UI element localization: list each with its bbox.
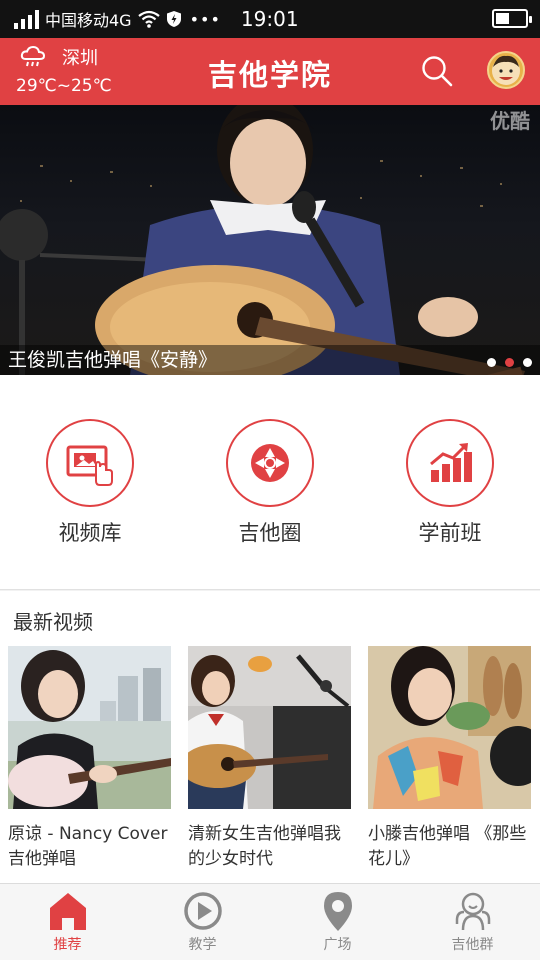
quick-nav-beginner-class[interactable]: 学前班 [385,419,515,547]
play-circle-icon [183,892,222,930]
video-card[interactable]: 原谅 - Nancy Cover吉他弹唱 [8,646,171,872]
group-icon [455,892,490,931]
avatar[interactable] [487,51,525,89]
more-dots: ••• [189,9,221,29]
app-header: 深圳 29℃~25℃ 吉他学院 [0,38,540,105]
video-thumbnail [368,646,531,809]
video-thumbnail [8,646,171,809]
video-thumbnail [188,646,351,809]
banner-watermark: 优酷 [490,109,530,133]
status-bar: 中国移动4G ••• 19:01 [0,0,540,38]
tab-label: 推荐 [53,937,82,953]
banner-dot[interactable] [523,358,532,367]
signal-icon [14,9,39,29]
location-pin-icon [323,892,352,931]
featured-banner[interactable]: 优酷 王俊凯吉他弹唱《安静》 [0,105,540,375]
shield-icon [166,11,181,27]
tab-label: 教学 [188,937,217,953]
quick-nav-label: 视频库 [58,521,122,545]
tab-recommend[interactable]: 推荐 [0,884,135,960]
banner-dot[interactable] [487,358,496,367]
tab-plaza[interactable]: 广场 [270,884,405,960]
avatar-cartoon-icon [492,55,520,85]
video-card[interactable]: 清新女生吉他弹唱我的少女时代 [188,646,351,872]
video-title: 原谅 - Nancy Cover吉他弹唱 [8,824,168,869]
video-title: 小滕吉他弹唱 《那些花儿》 [368,824,527,869]
carrier-label: 中国移动4G [45,11,132,30]
tab-guitar-group[interactable]: 吉他群 [405,884,540,960]
bottom-tab-bar: 推荐 教学 广场 吉他群 [0,883,540,960]
aperture-icon [251,444,289,482]
tab-label: 广场 [323,937,352,953]
video-card[interactable]: 小滕吉他弹唱 《那些花儿》 [368,646,531,872]
banner-dot-active[interactable] [505,358,514,367]
clock: 19:01 [240,7,299,31]
video-title: 清新女生吉他弹唱我的少女时代 [188,824,341,869]
banner-image [0,105,528,375]
search-icon[interactable] [420,54,454,88]
bar-chart-icon [430,443,472,482]
quick-nav-label: 学前班 [418,521,482,545]
app-title: 吉他学院 [207,58,332,92]
video-library-icon [66,445,113,486]
banner-caption: 王俊凯吉他弹唱《安静》 [8,349,218,371]
wifi-icon [137,10,160,28]
quick-nav-guitar-circle[interactable]: 吉他圈 [205,419,335,547]
banner-pagination[interactable] [487,358,532,367]
section-title: 最新视频 [13,610,93,634]
battery-icon [492,9,532,28]
quick-nav: 视频库 吉他圈 学前班 [0,375,540,590]
quick-nav-label: 吉他圈 [238,521,302,545]
home-icon [49,893,86,930]
quick-nav-video-library[interactable]: 视频库 [25,419,155,547]
latest-videos-section: 最新视频 原谅 - Nancy Cover吉他弹唱 清新女生吉他弹唱我的少女时代… [0,591,540,883]
tab-label: 吉他群 [451,937,494,953]
tab-teaching[interactable]: 教学 [135,884,270,960]
